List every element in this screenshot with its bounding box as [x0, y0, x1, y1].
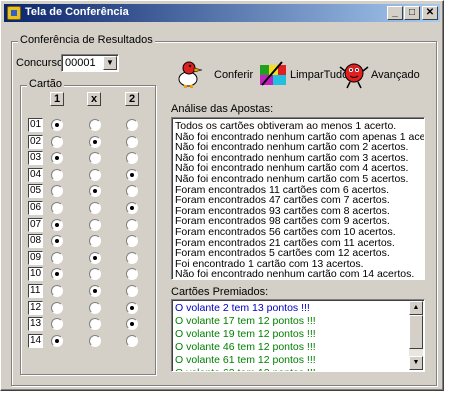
row-label: 05 [28, 184, 43, 199]
premiado-line: O volante 17 tem 12 pontos !!! [175, 315, 316, 327]
radio-14-1[interactable] [51, 334, 63, 347]
premiados-listbox[interactable]: O volante 2 tem 13 pontos !!! O volante 1… [171, 299, 425, 372]
row-label: 02 [28, 134, 43, 149]
radio-12-2[interactable] [126, 301, 138, 314]
scroll-down-button[interactable]: ▼ [409, 356, 423, 370]
row-label: 01 [28, 118, 43, 132]
duck-icon [178, 61, 203, 88]
avancado-button[interactable]: Avançado [339, 55, 427, 95]
column-header-x: x [87, 92, 101, 106]
premiado-line: O volante 19 tem 12 pontos !!! [175, 328, 316, 340]
row-label: 13 [28, 317, 43, 332]
title-bar[interactable]: Tela de Conferência _ □ ✕ [4, 4, 440, 22]
radio-06-2[interactable] [126, 202, 138, 214]
scroll-thumb[interactable] [409, 315, 423, 349]
avancado-label: Avançado [371, 69, 420, 81]
maximize-button[interactable]: □ [404, 6, 420, 20]
concurso-label: Concurso: [16, 57, 67, 69]
row-label: 08 [28, 234, 43, 249]
conferir-button[interactable]: Conferir [175, 55, 255, 95]
radio-01-2[interactable] [126, 119, 138, 131]
chevron-down-icon[interactable]: ▼ [103, 56, 117, 70]
premiados-caption: Cartões Premiados: [171, 286, 269, 298]
premiado-line: O volante 46 tem 12 pontos !!! [175, 341, 316, 353]
radio-02-2[interactable] [126, 135, 138, 148]
radio-09-x[interactable] [89, 251, 101, 264]
running-character-icon [339, 63, 369, 89]
concurso-select[interactable]: 00001 ▼ [61, 54, 119, 72]
analise-caption: Análise das Apostas: [171, 103, 274, 115]
row-label: 04 [28, 167, 43, 182]
radio-01-1[interactable] [51, 119, 63, 131]
limpar-tudo-button[interactable]: LimparTudo [258, 55, 348, 95]
radio-04-2[interactable] [126, 168, 138, 181]
radio-04-x[interactable] [89, 168, 101, 181]
row-label: 06 [28, 201, 43, 215]
premiado-line: O volante 61 tem 12 pontos !!! [175, 354, 316, 366]
scroll-up-button[interactable]: ▲ [409, 301, 423, 315]
radio-11-1[interactable] [51, 285, 63, 297]
close-button[interactable]: ✕ [422, 6, 438, 20]
row-label: 10 [28, 267, 43, 282]
minimize-button[interactable]: _ [387, 6, 403, 20]
palette-icon [260, 61, 286, 86]
premiados-scrollbar[interactable]: ▲ ▼ [409, 301, 423, 370]
conferencia-window: Tela de Conferência _ □ ✕ Conferência de… [0, 0, 444, 391]
radio-12-x[interactable] [89, 301, 101, 314]
window-title: Tela de Conferência [25, 6, 129, 18]
app-icon [7, 6, 21, 20]
row-label: 03 [28, 151, 43, 166]
row-label: 11 [28, 284, 43, 298]
radio-07-x[interactable] [89, 218, 101, 231]
conferir-label: Conferir [214, 69, 254, 81]
row-label: 07 [28, 217, 43, 232]
radio-06-x[interactable] [89, 202, 101, 214]
column-header-1: 1 [50, 92, 64, 106]
cartao-caption: Cartão [27, 78, 65, 90]
radio-07-2[interactable] [126, 218, 138, 231]
column-header-2: 2 [125, 92, 139, 106]
radio-02-1[interactable] [51, 135, 63, 148]
radio-14-x[interactable] [89, 334, 101, 347]
radio-06-1[interactable] [51, 202, 63, 214]
row-label: 14 [28, 333, 43, 348]
resultados-caption: Conferência de Resultados [18, 34, 155, 46]
radio-11-x[interactable] [89, 285, 101, 297]
radio-12-1[interactable] [51, 301, 63, 314]
row-label: 09 [28, 250, 43, 265]
radio-09-2[interactable] [126, 251, 138, 264]
radio-11-2[interactable] [126, 285, 138, 297]
row-label: 12 [28, 300, 43, 315]
radio-09-1[interactable] [51, 251, 63, 264]
premiado-line: O volante 2 tem 13 pontos !!! [175, 302, 310, 314]
radio-07-1[interactable] [51, 218, 63, 231]
analise-listbox[interactable]: Todos os cartões obtiveram ao menos 1 ac… [171, 117, 425, 280]
radio-02-x[interactable] [89, 135, 101, 148]
radio-04-1[interactable] [51, 168, 63, 181]
premiado-line: O volante 62 tem 12 pontos !!! [175, 367, 316, 371]
concurso-value: 00001 [65, 57, 96, 69]
analise-line: Não foi encontrado nenhum cartão com 14 … [175, 268, 415, 280]
radio-14-2[interactable] [126, 334, 138, 347]
radio-01-x[interactable] [89, 119, 101, 131]
